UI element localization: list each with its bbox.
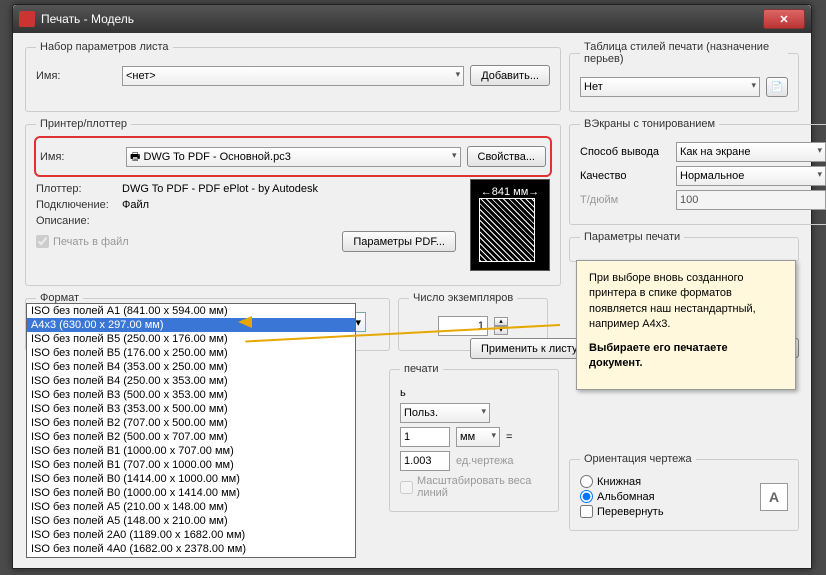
- app-icon: [19, 11, 35, 27]
- format-option[interactable]: ISO без полей B2 (500.00 x 707.00 мм): [27, 430, 355, 444]
- upside-checkbox[interactable]: [580, 505, 593, 518]
- format-option[interactable]: ISO без полей A4 (297.00 x 210.00 мм): [27, 556, 355, 558]
- plot-to-file-label: Печать в файл: [53, 236, 129, 248]
- plot-style-group: Таблица стилей печати (назначение перьев…: [569, 41, 799, 112]
- printer-properties-button[interactable]: Свойства...: [467, 146, 546, 167]
- printer-name-select[interactable]: 🖶 DWG To PDF - Основной.pc3: [126, 147, 461, 167]
- copies-input[interactable]: [438, 316, 488, 336]
- format-option[interactable]: ISO без полей A5 (148.00 x 210.00 мм): [27, 514, 355, 528]
- plot-area-group: печати ь Польз. мм= ед.чертежа Масштабир…: [389, 363, 559, 512]
- dpi-input: [676, 190, 826, 210]
- shade-mode-select[interactable]: Как на экране: [676, 142, 826, 162]
- scale-preset-select[interactable]: Польз.: [400, 403, 490, 423]
- format-option[interactable]: ISO без полей A1 (841.00 x 594.00 мм): [27, 304, 355, 318]
- desc-label: Описание:: [36, 215, 116, 227]
- callout-arrowhead: [238, 316, 252, 328]
- scale-weights-checkbox: [400, 481, 413, 494]
- format-option[interactable]: ISO без полей B0 (1414.00 x 1000.00 мм): [27, 472, 355, 486]
- plot-style-edit-button[interactable]: 📄: [766, 77, 788, 97]
- format-option[interactable]: ISO без полей A5 (210.00 x 148.00 мм): [27, 500, 355, 514]
- plot-to-file-checkbox: [36, 235, 49, 248]
- quality-select[interactable]: Нормальное: [676, 166, 826, 186]
- pdf-params-button[interactable]: Параметры PDF...: [342, 231, 456, 252]
- portrait-radio[interactable]: [580, 475, 593, 488]
- format-option[interactable]: ISO без полей B0 (1000.00 x 1414.00 мм): [27, 486, 355, 500]
- printer-legend: Принтер/плоттер: [36, 118, 131, 130]
- window-title: Печать - Модель: [41, 12, 763, 26]
- format-option[interactable]: ISO без полей B1 (1000.00 x 707.00 мм): [27, 444, 355, 458]
- callout-note: При выборе вновь созданного принтера в с…: [576, 260, 796, 390]
- page-setup-name-label: Имя:: [36, 70, 116, 82]
- apply-to-layout-button[interactable]: Применить к листу: [470, 338, 589, 359]
- orientation-group: Ориентация чертежа Книжная Альбомная Пер…: [569, 453, 799, 531]
- scale-unit-select[interactable]: мм: [456, 427, 500, 447]
- format-option[interactable]: ISO без полей 4A0 (1682.00 x 2378.00 мм): [27, 542, 355, 556]
- plotter-label: Плоттер:: [36, 183, 116, 195]
- quality-label: Качество: [580, 170, 670, 182]
- format-dropdown-list[interactable]: ISO без полей A1 (841.00 x 594.00 мм) A4…: [26, 303, 356, 558]
- copies-legend: Число экземпляров: [409, 292, 517, 304]
- dpi-label: Т/дюйм: [580, 194, 670, 206]
- port-value: Файл: [122, 199, 149, 211]
- orientation-legend: Ориентация чертежа: [580, 453, 696, 465]
- print-params-legend: Параметры печати: [580, 231, 684, 243]
- format-option[interactable]: ISO без полей B4 (250.00 x 353.00 мм): [27, 374, 355, 388]
- titlebar: Печать - Модель ✕: [13, 5, 811, 33]
- orientation-icon: A: [760, 483, 788, 511]
- format-option[interactable]: ISO без полей 2A0 (1189.00 x 1682.00 мм): [27, 528, 355, 542]
- shade-mode-label: Способ вывода: [580, 146, 670, 158]
- scale-den-input[interactable]: [400, 451, 450, 471]
- scale-num-input[interactable]: [400, 427, 450, 447]
- landscape-radio[interactable]: [580, 490, 593, 503]
- format-option[interactable]: ISO без полей B4 (353.00 x 250.00 мм): [27, 360, 355, 374]
- page-setup-legend: Набор параметров листа: [36, 41, 173, 53]
- chevron-down-icon: ▾: [355, 316, 361, 329]
- shaded-viewport-group: ВЭкраны с тонированием Способ вывода Как …: [569, 118, 826, 225]
- printer-group: Принтер/плоттер Имя: 🖶 DWG To PDF - Осно…: [25, 118, 561, 286]
- paper-preview: ←841 мм→ 594 мм: [470, 179, 550, 271]
- print-params-group: Параметры печати: [569, 231, 799, 262]
- close-button[interactable]: ✕: [763, 9, 805, 29]
- plotter-value: DWG To PDF - PDF ePlot - by Autodesk: [122, 183, 318, 195]
- shaded-legend: ВЭкраны с тонированием: [580, 118, 719, 130]
- plot-style-select[interactable]: Нет: [580, 77, 760, 97]
- format-option[interactable]: ISO без полей B3 (353.00 x 500.00 мм): [27, 402, 355, 416]
- format-option[interactable]: ISO без полей B3 (500.00 x 353.00 мм): [27, 388, 355, 402]
- plot-style-legend: Таблица стилей печати (назначение перьев…: [580, 41, 788, 65]
- page-setup-group: Набор параметров листа Имя: <нет> Добави…: [25, 41, 561, 112]
- page-setup-name-select[interactable]: <нет>: [122, 66, 464, 86]
- add-page-setup-button[interactable]: Добавить...: [470, 65, 550, 86]
- format-option[interactable]: ISO без полей B5 (176.00 x 250.00 мм): [27, 346, 355, 360]
- port-label: Подключение:: [36, 199, 116, 211]
- printer-highlight: Имя: 🖶 DWG To PDF - Основной.pc3 Свойств…: [34, 136, 552, 177]
- format-option[interactable]: ISO без полей B1 (707.00 x 1000.00 мм): [27, 458, 355, 472]
- printer-name-label: Имя:: [40, 151, 120, 163]
- format-option[interactable]: ISO без полей B2 (707.00 x 500.00 мм): [27, 416, 355, 430]
- format-option-highlighted[interactable]: A4x3 (630.00 x 297.00 мм): [27, 318, 355, 332]
